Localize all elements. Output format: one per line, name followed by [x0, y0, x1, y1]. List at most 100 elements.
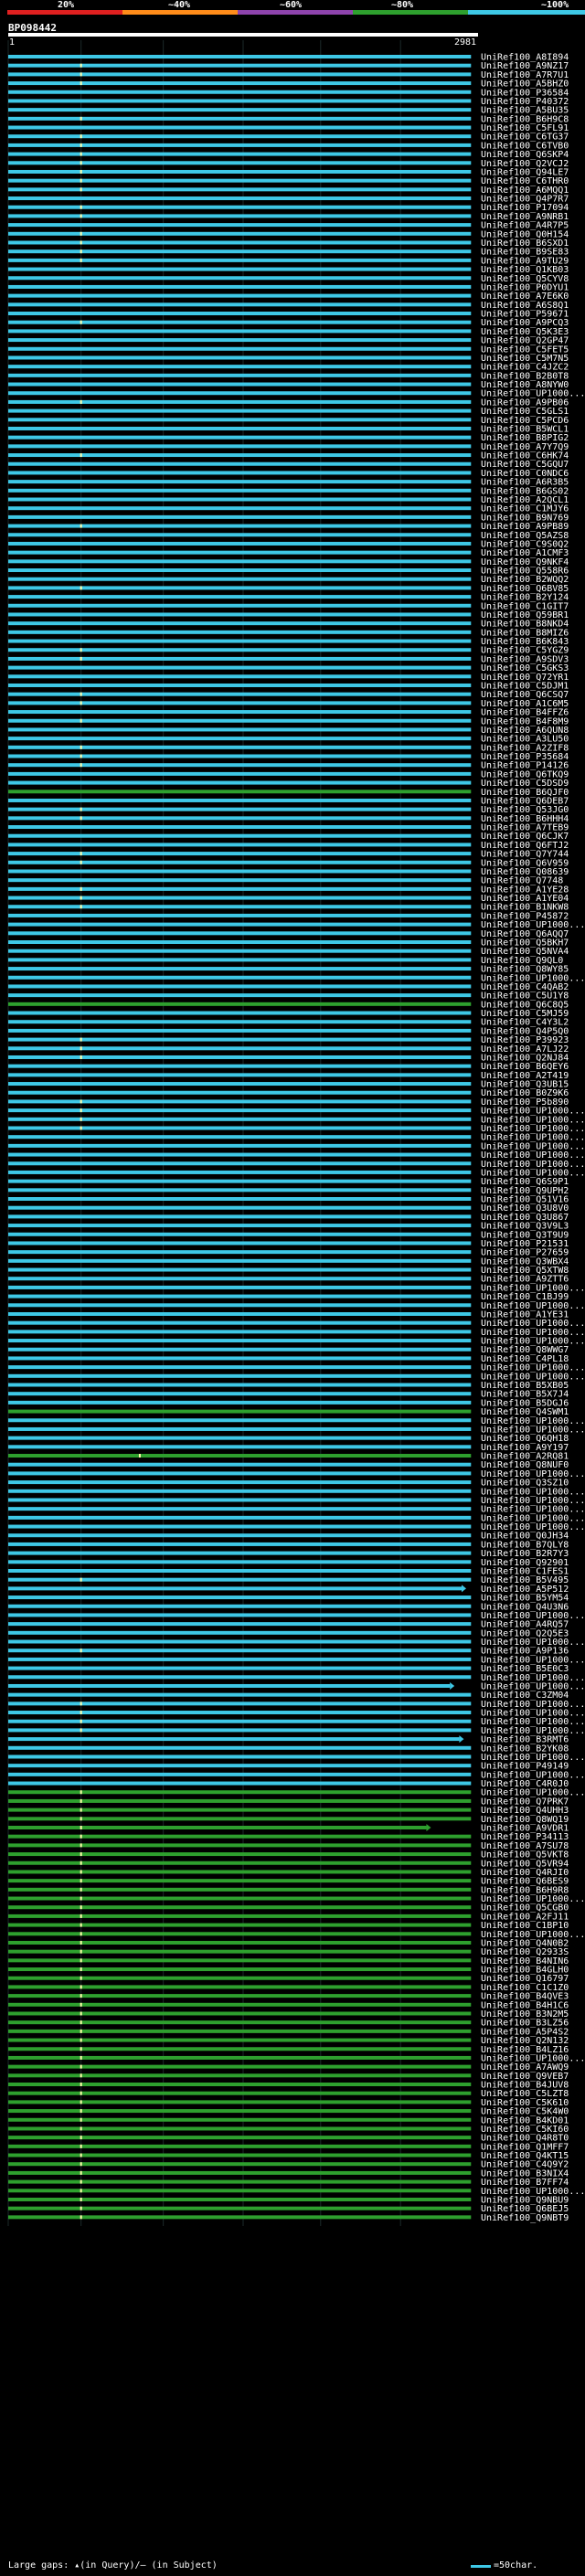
query-gap-marker — [80, 399, 82, 404]
hit-bar — [8, 152, 472, 156]
hit-bar — [8, 1436, 472, 1440]
hit-bar — [8, 2020, 472, 2025]
hit-bar — [8, 284, 472, 289]
query-gap-marker — [138, 1454, 141, 1458]
query-gap-marker — [80, 1037, 82, 1042]
hit-bar — [8, 2038, 472, 2042]
hit-bar — [8, 1365, 472, 1370]
query-gap-marker — [80, 2215, 82, 2220]
hit-bar — [8, 2002, 472, 2007]
hit-bar — [8, 267, 472, 271]
hit-bar — [8, 1879, 472, 1883]
hit-bar — [8, 1524, 472, 1529]
hit-bar — [8, 878, 472, 883]
hit-bar — [8, 1020, 472, 1024]
query-gap-marker — [80, 886, 82, 891]
query-gap-marker — [80, 860, 82, 864]
hit-bar — [8, 1542, 472, 1546]
hit-bar — [8, 1294, 472, 1299]
hit-bar — [8, 196, 472, 201]
query-gap-marker — [80, 763, 82, 768]
hit-bar — [8, 1515, 472, 1520]
query-gap-marker — [80, 2083, 82, 2087]
hit-bar — [8, 497, 472, 502]
hit-bar — [8, 346, 472, 351]
hit-bar — [8, 214, 472, 218]
hit-bar — [8, 1126, 472, 1130]
hit-bar — [8, 1426, 472, 1431]
hit-bar — [8, 905, 472, 909]
query-gap-marker — [80, 2055, 82, 2060]
hit-bar — [8, 1002, 472, 1006]
hit-bar — [8, 825, 472, 830]
query-gap-marker — [80, 214, 82, 218]
hit-bar — [8, 833, 472, 838]
query-gap-marker — [80, 1117, 82, 1121]
query-gap-marker — [80, 2126, 82, 2131]
hit-bar — [8, 2064, 472, 2069]
hit-bar — [8, 621, 472, 626]
hit-bar — [8, 1896, 472, 1901]
hit-bar — [8, 524, 472, 528]
hit-bar — [8, 1923, 472, 1927]
scale-swatch — [471, 2565, 491, 2568]
hit-bar — [8, 72, 472, 77]
hit-bar — [8, 896, 472, 900]
hit-bar — [8, 577, 472, 581]
query-gap-marker — [80, 1055, 82, 1059]
hit-bar — [8, 913, 472, 917]
hit-bar — [8, 276, 472, 281]
query-gap-marker — [80, 852, 82, 856]
query-gap-marker — [80, 745, 82, 749]
query-gap-marker — [80, 701, 82, 705]
hit-bar — [8, 1967, 472, 1972]
query-gap-marker — [80, 1817, 82, 1821]
hit-bar — [8, 958, 472, 962]
hit-bar — [8, 1595, 472, 1600]
hit-bar — [8, 1754, 472, 1759]
hit-bar — [8, 90, 472, 94]
hit-end-arrow — [426, 1824, 431, 1831]
hit-bar — [8, 2029, 472, 2033]
query-gap-marker — [80, 116, 82, 121]
hit-bar — [8, 1604, 472, 1608]
hit-bar — [8, 1224, 472, 1228]
hit-bar — [8, 798, 472, 802]
hit-bar — [8, 99, 472, 103]
hit-bar — [8, 1852, 472, 1857]
hit-bar — [8, 506, 472, 511]
hit-bar — [8, 63, 472, 68]
hit-bar — [8, 1117, 472, 1121]
hit-bar — [8, 1400, 472, 1405]
hit-bar — [8, 514, 472, 519]
hit-bar — [8, 843, 472, 847]
hit-bar — [8, 2153, 472, 2157]
hit-bar — [8, 1480, 472, 1485]
hit-bar — [8, 1161, 472, 1166]
query-gap-marker — [80, 656, 82, 661]
hit-bar — [8, 718, 472, 723]
hit-bar — [8, 550, 472, 555]
hit-bar — [8, 365, 472, 369]
hit-bar — [8, 1489, 472, 1493]
query-gap-marker — [80, 2170, 82, 2175]
hit-bar — [8, 1108, 472, 1113]
query-gap-marker — [80, 718, 82, 723]
query-gap-marker — [80, 1967, 82, 1972]
query-gap-marker — [80, 754, 82, 758]
query-gap-marker — [80, 1940, 82, 1945]
query-gap-marker — [80, 1949, 82, 1954]
hit-bar — [8, 692, 472, 696]
query-gap-marker — [80, 1826, 82, 1829]
query-gap-marker — [80, 2064, 82, 2069]
query-gap-marker — [80, 258, 82, 262]
hit-bar — [8, 418, 472, 422]
hit-bar — [8, 1613, 472, 1617]
hit-bar — [8, 1551, 472, 1555]
hit-row[interactable]: UniRef100_Q9NBT9 — [8, 2213, 569, 2223]
hit-bar — [8, 1339, 472, 1343]
hit-bar — [8, 1028, 472, 1033]
hit-bar — [8, 816, 472, 821]
hit-bar — [8, 2162, 472, 2167]
query-gap-marker — [80, 1994, 82, 1998]
